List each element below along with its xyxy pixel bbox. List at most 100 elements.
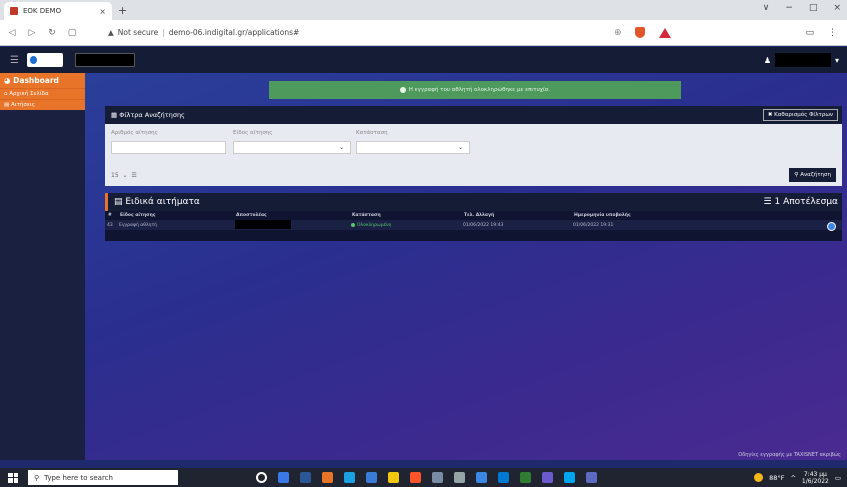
results-count-label: 1 Αποτέλεσμα <box>774 197 838 207</box>
maximize-button[interactable]: □ <box>809 3 818 13</box>
tab-close-icon[interactable]: × <box>99 7 106 16</box>
url-text: demo-06.indigital.gr/applications# <box>168 28 300 37</box>
clear-filters-button[interactable]: ✖ Καθαρισμός Φίλτρων <box>762 109 838 121</box>
cell-submitted: 01/06/2022 19:31 <box>573 222 614 228</box>
taskbar-app-icon[interactable] <box>300 472 311 483</box>
success-alert: Η εγγραφή του αθλητή ολοκληρώθηκε με επι… <box>269 81 681 99</box>
application-type-select[interactable]: ⌄ <box>233 141 351 154</box>
results-panel: ▤ Ειδικά αιτήματα ☰ 1 Αποτέλεσμα # Είδος… <box>105 193 842 241</box>
column-header[interactable]: Ημερομηνία υποβολής <box>574 213 704 218</box>
cell-status: Ολοκληρωμένη <box>351 223 463 228</box>
taskbar-app-icon[interactable] <box>410 472 421 483</box>
bookmark-icon[interactable]: ▢ <box>64 28 80 38</box>
tab-title: ΕΟΚ DEMO <box>23 7 62 15</box>
taskbar-app-icon[interactable] <box>322 472 333 483</box>
taskbar-app-icon[interactable] <box>388 472 399 483</box>
redacted-header-field <box>74 53 135 67</box>
menu-icon[interactable]: ⋮ <box>828 28 837 38</box>
minimize-button[interactable]: − <box>785 3 793 13</box>
system-tray: 88°F ^ 7:43 μμ 1/6/2022 ▭ <box>754 471 841 485</box>
taskbar-app-icon[interactable] <box>454 472 465 483</box>
notifications-icon[interactable]: ▭ <box>835 474 841 482</box>
taskbar-app-icon[interactable] <box>278 472 289 483</box>
temperature: 88°F <box>769 473 785 482</box>
taskbar-app-icon[interactable] <box>520 472 531 483</box>
taskbar-app-icon[interactable] <box>432 472 443 483</box>
chevron-up-icon[interactable]: ^ <box>790 474 795 482</box>
sidebar-toggle-icon[interactable]: ▭ <box>805 28 814 38</box>
application-number-input[interactable] <box>111 141 226 154</box>
table-header: # Είδος αίτησης Αποστολέας Κατάσταση Τελ… <box>105 211 842 220</box>
url-field[interactable]: ▲ Not secure | demo-06.indigital.gr/appl… <box>108 28 299 37</box>
results-title: Ειδικά αιτήματα <box>125 197 200 207</box>
file-icon: ▤ <box>114 197 126 207</box>
list-icon: ☰ <box>129 172 137 179</box>
column-header[interactable]: # <box>106 213 120 218</box>
search-button[interactable]: ⚲ Αναζήτηση <box>789 168 836 182</box>
taskbar-apps <box>256 472 597 483</box>
chevron-down-icon: ⌄ <box>338 144 344 151</box>
taxisnet-help-link[interactable]: Οδηγίες εγγραφής με TAXISNET ακριβώς <box>738 452 841 458</box>
search-icon: ⚲ <box>794 172 799 178</box>
chevron-down-icon: ⌄ <box>120 172 128 179</box>
taskbar-app-icon[interactable] <box>564 472 575 483</box>
sidebar-item-label: Αιτήσεις <box>10 102 35 108</box>
clear-filters-label: Καθαρισμός Φίλτρων <box>774 112 833 118</box>
taskbar-search[interactable]: ⚲ Type here to search <box>28 470 178 485</box>
column-header[interactable]: Αποστολέας <box>236 213 352 218</box>
browser-extensions: ⊕ ▭ ⋮ <box>614 27 837 38</box>
redacted-username <box>774 53 831 67</box>
tab-search-icon[interactable]: ∨ <box>763 3 770 13</box>
page-size-value: 15 <box>111 172 119 179</box>
brave-rewards-icon[interactable] <box>659 27 672 38</box>
forward-icon[interactable]: ▷ <box>24 28 40 38</box>
taskbar-app-icon[interactable] <box>476 472 487 483</box>
column-header[interactable]: Κατάσταση <box>352 213 464 218</box>
taskbar-search-placeholder: Type here to search <box>44 473 113 482</box>
url-separator: | <box>162 28 165 37</box>
taskbar-app-icon[interactable] <box>366 472 377 483</box>
taskbar-app-icon[interactable] <box>586 472 597 483</box>
status-select[interactable]: ⌄ <box>356 141 470 154</box>
chevron-down-icon: ⌄ <box>457 144 463 151</box>
column-header[interactable]: Είδος αίτησης <box>120 213 236 218</box>
status-dot-icon <box>351 223 355 227</box>
reload-icon[interactable]: ↻ <box>44 28 60 38</box>
zoom-icon[interactable]: ⊕ <box>614 28 622 38</box>
sidebar: ◕ Dashboard ⌂ Αρχική Σελίδα ▤ Αιτήσεις <box>0 73 85 460</box>
taskbar-app-icon[interactable] <box>256 472 267 483</box>
taskbar-app-icon[interactable] <box>542 472 553 483</box>
clock[interactable]: 7:43 μμ 1/6/2022 <box>802 471 829 485</box>
view-row-button[interactable] <box>827 222 836 231</box>
brave-shield-icon[interactable] <box>635 27 646 38</box>
browser-tab[interactable]: ΕΟΚ DEMO × <box>4 2 112 20</box>
windows-start-icon[interactable] <box>8 472 18 483</box>
sidebar-dashboard-label: Dashboard <box>13 76 59 85</box>
cell-type: Εγγραφή αθλητή <box>119 222 158 228</box>
windows-taskbar: ⚲ Type here to search 88°F ^ 7:43 μμ 1/6… <box>0 468 847 487</box>
taskbar-app-icon[interactable] <box>344 472 355 483</box>
status-text: Ολοκληρωμένη <box>357 222 392 228</box>
sidebar-item-applications[interactable]: ▤ Αιτήσεις <box>0 99 85 110</box>
cell-last-change: 01/06/2022 19:43 <box>463 222 504 228</box>
clock-date: 1/6/2022 <box>801 477 829 485</box>
taskbar-app-icon[interactable] <box>498 472 509 483</box>
sidebar-dashboard[interactable]: ◕ Dashboard <box>0 73 85 88</box>
column-header[interactable]: Τελ. Αλλαγή <box>464 213 574 218</box>
page-size-select[interactable]: 15 ⌄ ☰ <box>111 172 137 179</box>
close-window-button[interactable]: × <box>833 3 841 13</box>
status-label: Κατάσταση <box>356 130 388 136</box>
brand-logo[interactable] <box>26 53 63 67</box>
site-favicon-icon <box>10 7 18 15</box>
results-header: ▤ Ειδικά αιτήματα ☰ 1 Αποτέλεσμα <box>105 193 842 211</box>
application-type-label: Είδος αίτησης <box>233 130 273 136</box>
user-menu[interactable]: ♟ ▾ <box>764 53 839 67</box>
check-circle-icon <box>399 87 406 93</box>
table-row[interactable]: 43 Εγγραφή αθλητή Ολοκληρωμένη 01/06/202… <box>105 219 842 230</box>
new-tab-button[interactable]: + <box>118 2 127 20</box>
back-icon[interactable]: ◁ <box>4 28 20 38</box>
hamburger-icon[interactable]: ☰ <box>10 55 19 66</box>
sidebar-item-home[interactable]: ⌂ Αρχική Σελίδα <box>0 88 85 99</box>
weather-icon[interactable] <box>754 473 764 482</box>
filters-header: ▦ Φίλτρα Αναζήτησης ✖ Καθαρισμός Φίλτρων <box>105 106 842 124</box>
